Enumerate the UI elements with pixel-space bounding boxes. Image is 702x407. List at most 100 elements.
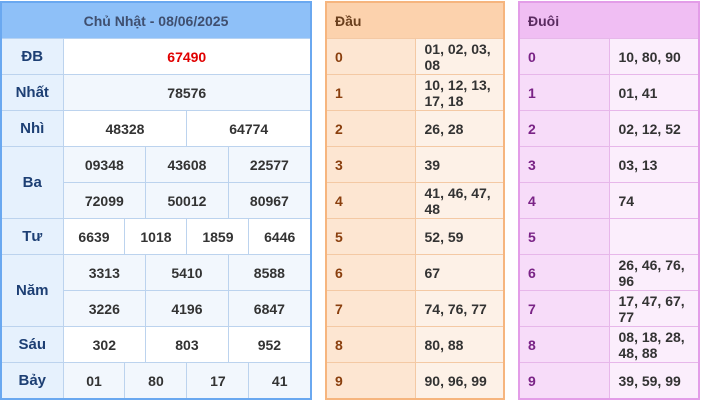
head-title: Đầu <box>326 2 504 39</box>
prize-value: 4196 <box>145 290 229 327</box>
prize-row-second: Nhì 48328 64774 <box>0 110 312 147</box>
head-values: 80, 88 <box>415 326 504 363</box>
prize-value: 41 <box>248 362 312 400</box>
prize-row-special: ĐB 67490 <box>0 38 312 75</box>
tail-row: 6 26, 46, 76, 96 <box>519 254 699 291</box>
prize-row-fourth: Tư 6639 1018 1859 6446 <box>0 218 312 255</box>
tail-values: 17, 47, 67, 77 <box>609 290 699 327</box>
prize-label: ĐB <box>0 38 64 75</box>
tail-digit: 0 <box>519 38 610 75</box>
head-row: 0 01, 02, 03, 08 <box>326 38 504 75</box>
head-digit: 0 <box>326 38 416 75</box>
tail-values: 02, 12, 52 <box>609 110 699 147</box>
prize-value: 67490 <box>62 38 312 75</box>
prize-value: 43608 <box>145 146 229 183</box>
head-digit: 7 <box>326 290 416 327</box>
prize-value: 302 <box>62 326 147 363</box>
prize-value: 3226 <box>62 290 147 327</box>
prize-row-fifth: Năm 3313 5410 8588 <box>0 254 312 327</box>
prize-label: Bảy <box>0 362 64 400</box>
prize-value: 17 <box>186 362 250 400</box>
prize-label: Tư <box>0 218 64 255</box>
prize-value: 6847 <box>227 290 312 327</box>
tail-row: 8 08, 18, 28, 48, 88 <box>519 326 699 363</box>
tail-values: 26, 46, 76, 96 <box>609 254 699 291</box>
tail-row: 9 39, 59, 99 <box>519 362 699 399</box>
prize-label: Sáu <box>0 326 64 363</box>
prize-value: 72099 <box>62 182 147 219</box>
head-digit: 2 <box>326 110 416 147</box>
tail-digit: 5 <box>519 218 610 255</box>
head-digit: 9 <box>326 362 416 399</box>
prize-value: 6639 <box>62 218 126 255</box>
tail-values: 01, 41 <box>609 74 699 111</box>
tail-digit: 8 <box>519 326 610 363</box>
tail-row: 5 <box>519 218 699 255</box>
prize-label: Ba <box>0 146 64 219</box>
prize-value: 80 <box>124 362 188 400</box>
prize-value: 5410 <box>145 254 229 291</box>
head-row: 5 52, 59 <box>326 218 504 255</box>
tail-digit: 6 <box>519 254 610 291</box>
tail-digit: 1 <box>519 74 610 111</box>
head-values: 52, 59 <box>415 218 504 255</box>
prize-value: 1859 <box>186 218 250 255</box>
head-row: 7 74, 76, 77 <box>326 290 504 327</box>
head-digit: 1 <box>326 74 416 111</box>
prize-label: Năm <box>0 254 64 327</box>
tail-title: Đuôi <box>519 2 699 39</box>
prize-value: 3313 <box>62 254 147 291</box>
head-digit: 8 <box>326 326 416 363</box>
prize-value: 6446 <box>248 218 312 255</box>
prize-row-sixth: Sáu 302 803 952 <box>0 326 312 363</box>
prize-row-first: Nhất 78576 <box>0 74 312 111</box>
tail-row: 7 17, 47, 67, 77 <box>519 290 699 327</box>
prize-value: 22577 <box>227 146 312 183</box>
head-values: 39 <box>415 146 504 183</box>
prize-value: 48328 <box>62 110 188 147</box>
tail-digit-table: Đuôi 0 10, 80, 90 1 01, 41 2 02, 12, 52 3 03… <box>518 1 700 400</box>
results-title: Chủ Nhật - 08/06/2025 <box>1 2 311 39</box>
head-digit: 6 <box>326 254 416 291</box>
prize-value: 1018 <box>124 218 188 255</box>
prize-row-seventh: Bảy 01 80 17 41 <box>0 362 312 400</box>
tail-digit: 3 <box>519 146 610 183</box>
tail-row: 0 10, 80, 90 <box>519 38 699 75</box>
head-digit: 5 <box>326 218 416 255</box>
prize-value: 80967 <box>227 182 312 219</box>
tail-values: 74 <box>609 182 699 219</box>
prize-label: Nhất <box>0 74 64 111</box>
prize-value: 64774 <box>186 110 312 147</box>
tail-digit: 2 <box>519 110 610 147</box>
prize-value: 803 <box>145 326 229 363</box>
tail-digit: 4 <box>519 182 610 219</box>
tail-row: 4 74 <box>519 182 699 219</box>
prize-row-third: Ba 09348 43608 22577 <box>0 146 312 219</box>
head-row: 6 67 <box>326 254 504 291</box>
head-values: 26, 28 <box>415 110 504 147</box>
prize-value: 8588 <box>227 254 312 291</box>
head-values: 90, 96, 99 <box>415 362 504 399</box>
tail-digit: 9 <box>519 362 610 399</box>
head-digit: 3 <box>326 146 416 183</box>
head-digit-table: Đầu 0 01, 02, 03, 08 1 10, 12, 13, 17, 18 … <box>325 1 505 400</box>
tail-values <box>609 218 699 255</box>
tail-values: 03, 13 <box>609 146 699 183</box>
tail-row: 3 03, 13 <box>519 146 699 183</box>
prize-value: 78576 <box>62 74 312 111</box>
prize-value: 01 <box>62 362 126 400</box>
head-row: 9 90, 96, 99 <box>326 362 504 399</box>
tail-digit: 7 <box>519 290 610 327</box>
head-row: 3 39 <box>326 146 504 183</box>
head-values: 74, 76, 77 <box>415 290 504 327</box>
prize-value: 50012 <box>145 182 229 219</box>
tail-row: 1 01, 41 <box>519 74 699 111</box>
lottery-results-table: Chủ Nhật - 08/06/2025 ĐB 67490 Nhất 7857… <box>0 1 312 400</box>
tail-row: 2 02, 12, 52 <box>519 110 699 147</box>
head-values: 41, 46, 47, 48 <box>415 182 504 219</box>
head-row: 2 26, 28 <box>326 110 504 147</box>
tail-values: 39, 59, 99 <box>609 362 699 399</box>
head-row: 4 41, 46, 47, 48 <box>326 182 504 219</box>
head-values: 67 <box>415 254 504 291</box>
head-values: 10, 12, 13, 17, 18 <box>415 74 504 111</box>
